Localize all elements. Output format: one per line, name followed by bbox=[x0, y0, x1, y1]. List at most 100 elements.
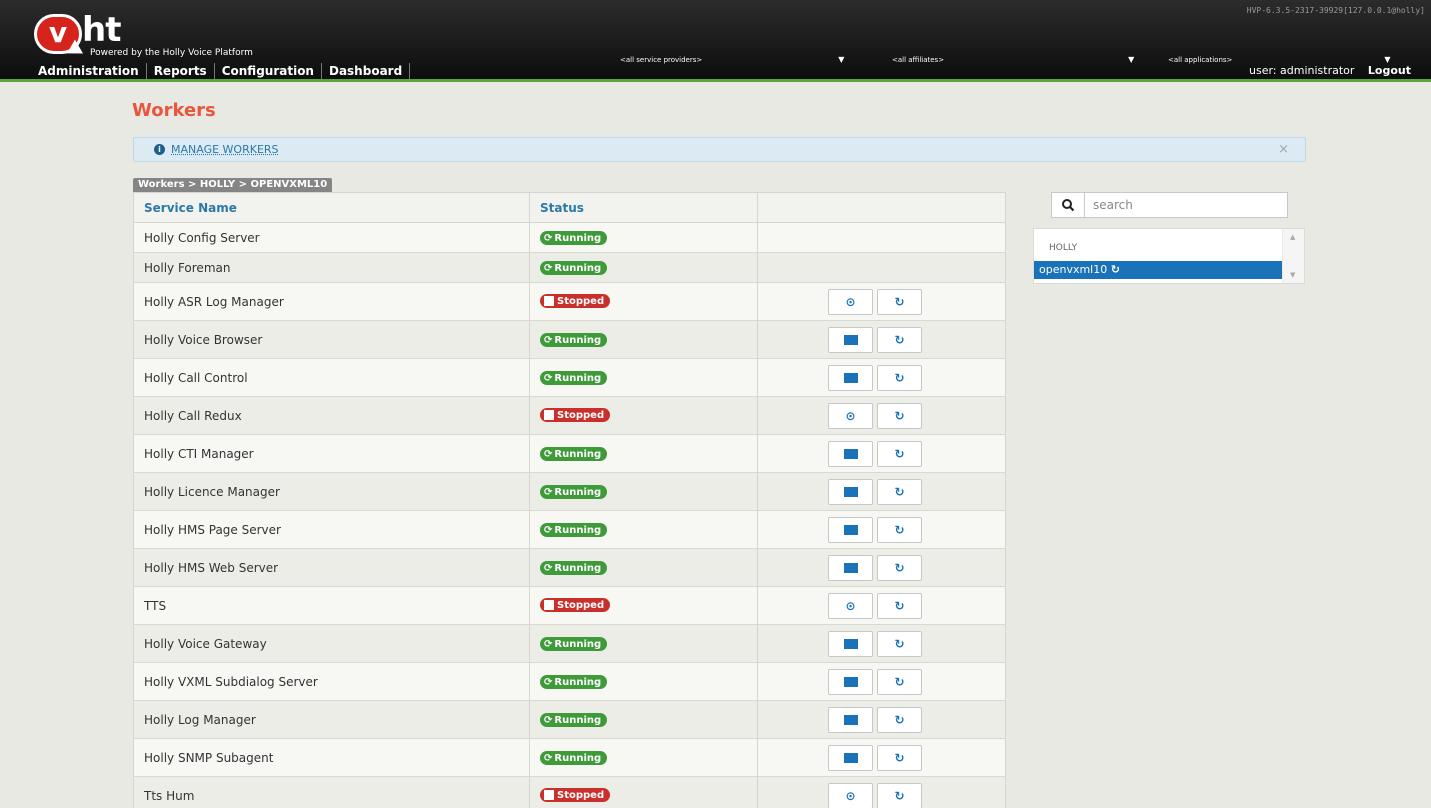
actions-cell: ⊙ ↻ bbox=[757, 396, 1006, 435]
restart-button[interactable]: ↻ bbox=[877, 326, 922, 353]
refresh-icon: ↻ bbox=[894, 788, 905, 803]
stop-button[interactable] bbox=[828, 516, 873, 543]
affiliate-value: <all affiliates> bbox=[892, 55, 945, 64]
status-text: Running bbox=[554, 714, 602, 726]
stop-button[interactable] bbox=[828, 744, 873, 771]
nav-administration[interactable]: Administration bbox=[30, 63, 147, 79]
refresh-icon: ↻ bbox=[894, 370, 905, 385]
spinner-icon: ⟳ bbox=[544, 334, 553, 346]
restart-button[interactable]: ↻ bbox=[877, 364, 922, 391]
chevron-down-icon: ▼ bbox=[1128, 55, 1135, 64]
start-button[interactable]: ⊙ bbox=[828, 782, 873, 808]
current-user: user: administrator bbox=[1249, 64, 1355, 77]
table-row: Holly Call Control ⟳ Running ↻ bbox=[133, 358, 1006, 397]
manage-workers-link[interactable]: MANAGE WORKERS bbox=[171, 143, 279, 156]
refresh-icon: ↻ bbox=[894, 484, 905, 499]
refresh-icon: ↻ bbox=[894, 294, 905, 309]
status-badge: ⟳ Running bbox=[540, 637, 608, 652]
service-name-cell: Holly Config Server bbox=[133, 222, 530, 253]
restart-button[interactable]: ↻ bbox=[877, 478, 922, 505]
close-icon[interactable]: × bbox=[1278, 142, 1289, 157]
status-cell: ⟳ Running bbox=[529, 738, 758, 777]
restart-button[interactable]: ↻ bbox=[877, 592, 922, 619]
stop-icon bbox=[843, 524, 858, 535]
restart-button[interactable]: ↻ bbox=[877, 668, 922, 695]
column-header-status[interactable]: Status bbox=[529, 192, 758, 223]
status-badge: ⟳ Running bbox=[540, 523, 608, 538]
stop-icon bbox=[843, 752, 858, 763]
affiliate-select[interactable]: <all affiliates> ▼ bbox=[892, 55, 1134, 64]
start-button[interactable]: ⊙ bbox=[828, 402, 873, 429]
refresh-icon: ↻ bbox=[894, 522, 905, 537]
status-cell: Stopped bbox=[529, 396, 758, 435]
spinner-icon: ⟳ bbox=[544, 714, 553, 726]
worker-tree: HOLLY openvxml10 ↻ ▲ ▼ bbox=[1033, 228, 1305, 284]
status-badge: ⟳ Running bbox=[540, 261, 608, 276]
tree-scrollbar[interactable]: ▲ ▼ bbox=[1282, 229, 1304, 283]
application-select[interactable]: <all applications> ▼ bbox=[1168, 55, 1391, 64]
start-button[interactable]: ⊙ bbox=[828, 592, 873, 619]
logout-link[interactable]: Logout bbox=[1368, 64, 1411, 77]
search-button[interactable] bbox=[1051, 192, 1084, 218]
nav-reports[interactable]: Reports bbox=[147, 63, 215, 79]
status-cell: ⟳ Running bbox=[529, 510, 758, 549]
nav-configuration[interactable]: Configuration bbox=[215, 63, 322, 79]
stop-button[interactable] bbox=[828, 706, 873, 733]
restart-button[interactable]: ↻ bbox=[877, 288, 922, 315]
status-badge: ⟳ Running bbox=[540, 231, 608, 246]
nav-dashboard[interactable]: Dashboard bbox=[322, 63, 411, 79]
stop-button[interactable] bbox=[828, 478, 873, 505]
table-row: Holly Voice Browser ⟳ Running ↻ bbox=[133, 320, 1006, 359]
spinner-icon: ⟳ bbox=[544, 486, 553, 498]
restart-button[interactable]: ↻ bbox=[877, 744, 922, 771]
restart-button[interactable]: ↻ bbox=[877, 630, 922, 657]
start-button[interactable]: ⊙ bbox=[828, 288, 873, 315]
info-icon: i bbox=[154, 144, 165, 155]
service-name-cell: TTS bbox=[133, 586, 530, 625]
status-badge: Stopped bbox=[540, 408, 611, 422]
scroll-up-icon[interactable]: ▲ bbox=[1290, 233, 1295, 241]
refresh-icon: ↻ bbox=[894, 332, 905, 347]
stop-button[interactable] bbox=[828, 364, 873, 391]
tree-node-openvxml10[interactable]: openvxml10 ↻ bbox=[1034, 261, 1282, 279]
actions-cell: ↻ bbox=[757, 738, 1006, 777]
stop-button[interactable] bbox=[828, 630, 873, 657]
status-text: Running bbox=[554, 486, 602, 498]
refresh-icon: ↻ bbox=[894, 712, 905, 727]
column-header-service-name[interactable]: Service Name bbox=[133, 192, 530, 223]
refresh-icon: ↻ bbox=[894, 598, 905, 613]
search-input[interactable] bbox=[1084, 192, 1288, 218]
table-row: TTS Stopped ⊙ ↻ bbox=[133, 586, 1006, 625]
stop-button[interactable] bbox=[828, 440, 873, 467]
restart-button[interactable]: ↻ bbox=[877, 402, 922, 429]
chevron-down-icon: ▼ bbox=[1384, 55, 1391, 64]
chevron-down-icon: ▼ bbox=[838, 55, 845, 64]
table-row: Holly SNMP Subagent ⟳ Running ↻ bbox=[133, 738, 1006, 777]
status-cell: Stopped bbox=[529, 586, 758, 625]
scroll-down-icon[interactable]: ▼ bbox=[1290, 271, 1295, 279]
table-row: Holly VXML Subdialog Server ⟳ Running ↻ bbox=[133, 662, 1006, 701]
column-header-actions bbox=[757, 192, 1006, 223]
service-name-cell: Holly Log Manager bbox=[133, 700, 530, 739]
stop-button[interactable] bbox=[828, 326, 873, 353]
stop-button[interactable] bbox=[828, 668, 873, 695]
restart-button[interactable]: ↻ bbox=[877, 706, 922, 733]
stop-button[interactable] bbox=[828, 554, 873, 581]
table-row: Holly HMS Page Server ⟳ Running ↻ bbox=[133, 510, 1006, 549]
restart-button[interactable]: ↻ bbox=[877, 554, 922, 581]
status-text: Running bbox=[554, 334, 602, 346]
status-cell: ⟳ Running bbox=[529, 434, 758, 473]
refresh-icon: ↻ bbox=[894, 636, 905, 651]
status-text: Running bbox=[554, 752, 602, 764]
restart-button[interactable]: ↻ bbox=[877, 782, 922, 808]
table-row: Tts Hum Stopped ⊙ ↻ bbox=[133, 776, 1006, 808]
status-badge: ⟳ Running bbox=[540, 561, 608, 576]
tree-group-label: HOLLY bbox=[1049, 243, 1078, 253]
service-provider-select[interactable]: <all service providers> ▼ bbox=[620, 55, 844, 64]
service-name-cell: Holly Voice Browser bbox=[133, 320, 530, 359]
vht-logo[interactable]: v ht Powered by the Holly Voice Platform bbox=[34, 10, 334, 64]
stop-icon bbox=[843, 448, 858, 459]
restart-button[interactable]: ↻ bbox=[877, 440, 922, 467]
refresh-icon: ↻ bbox=[894, 408, 905, 423]
restart-button[interactable]: ↻ bbox=[877, 516, 922, 543]
